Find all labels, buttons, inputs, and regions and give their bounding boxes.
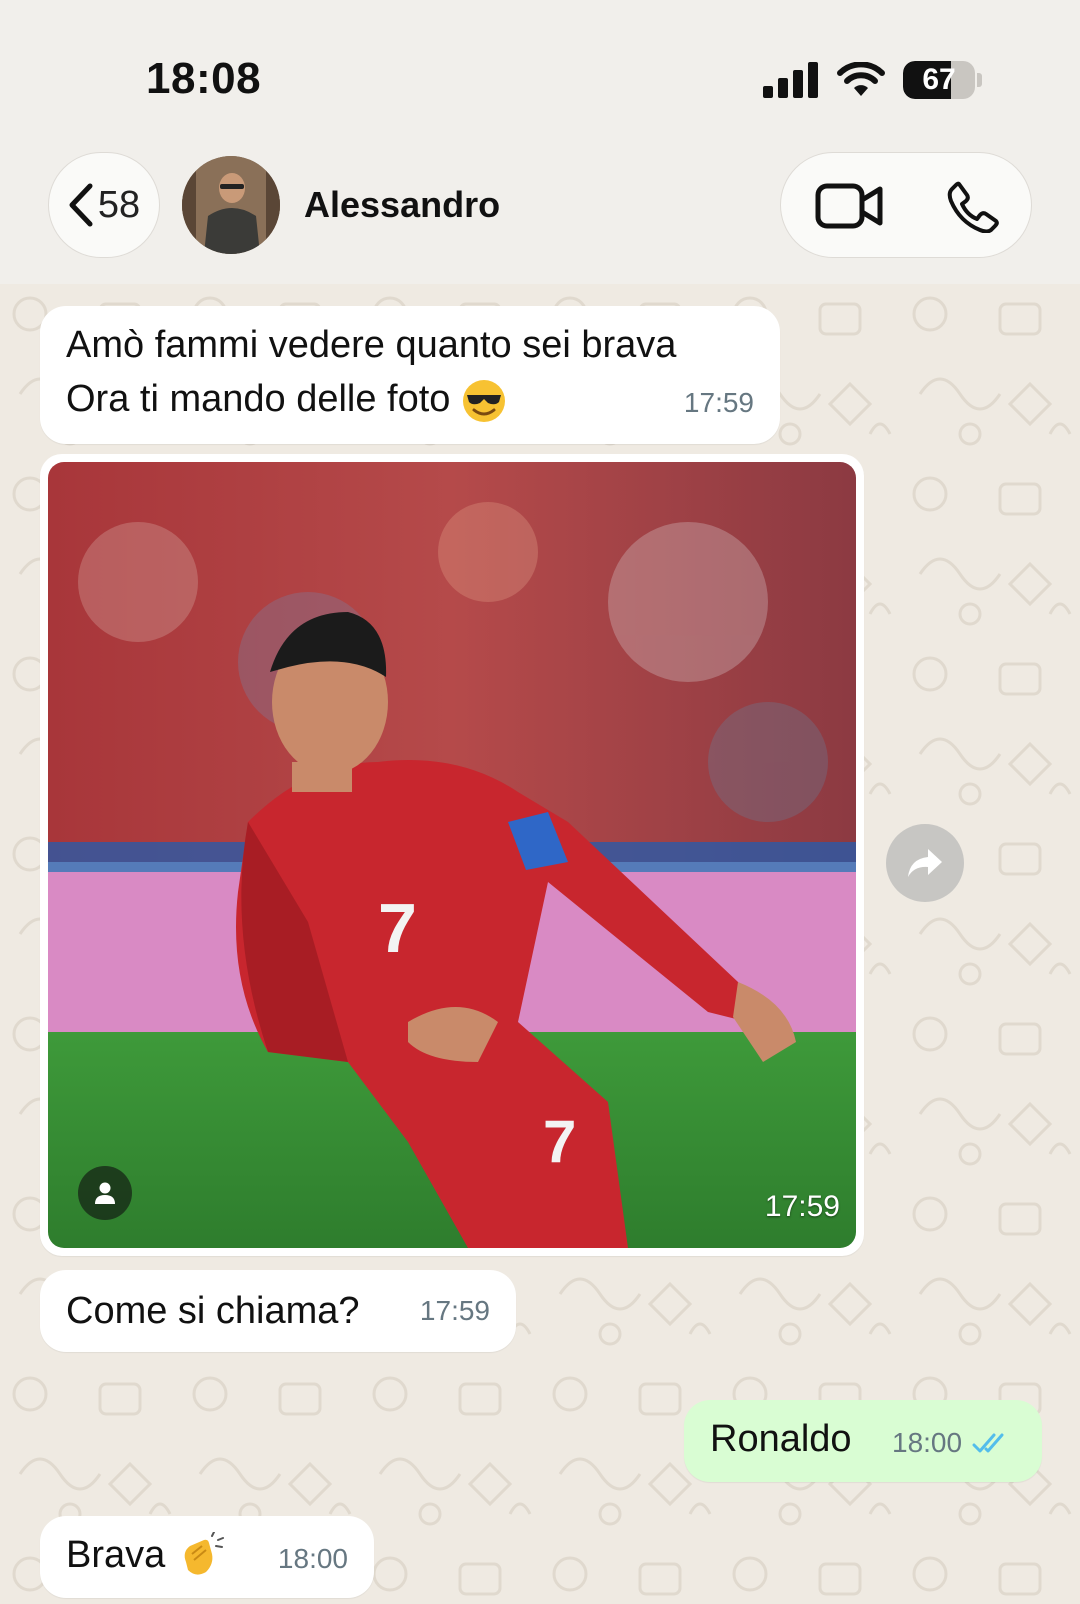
message-time: 18:00 — [892, 1427, 963, 1458]
message-bubble-incoming[interactable]: Amò fammi vedere quanto sei brava Ora ti… — [40, 306, 780, 444]
view-once-indicator — [78, 1166, 132, 1220]
message-text: Amò fammi vedere quanto sei brava — [66, 324, 677, 366]
call-actions — [780, 152, 1032, 258]
message-meta: 18:00 — [892, 1416, 1010, 1470]
battery-percent: 67 — [922, 63, 956, 96]
cellular-signal-icon — [763, 62, 818, 98]
message-text: Come si chiama? — [66, 1290, 360, 1332]
message-time: 17:59 — [683, 387, 754, 418]
chevron-left-icon — [69, 183, 93, 227]
battery-cap — [977, 73, 982, 87]
photo-message[interactable]: 7 7 17:59 — [40, 454, 864, 1256]
photo-image[interactable]: 7 7 17:59 — [48, 462, 856, 1248]
message-bubble-incoming[interactable]: Brava 18:00 — [40, 1516, 374, 1598]
person-icon — [95, 1182, 115, 1204]
message-text: Brava — [66, 1534, 166, 1576]
avatar[interactable] — [182, 156, 280, 254]
message-text: Ronaldo — [710, 1418, 852, 1460]
battery-icon: 67 — [903, 61, 975, 99]
svg-text:7: 7 — [378, 889, 417, 967]
top-bar: 18:08 67 58 Alessandro — [0, 0, 1080, 284]
clapping-hands-icon — [184, 1531, 224, 1575]
smiling-face-with-sunglasses-icon — [463, 379, 505, 422]
message-text-line: Ora ti mando delle foto — [66, 372, 754, 426]
chat-area[interactable]: Amò fammi vedere quanto sei brava Ora ti… — [0, 284, 1080, 1604]
forward-arrow-icon — [908, 849, 942, 877]
voice-call-button[interactable] — [947, 181, 999, 238]
message-bubble-outgoing[interactable]: Ronaldo 18:00 — [684, 1400, 1042, 1482]
status-time: 18:08 — [146, 54, 262, 103]
svg-text:7: 7 — [543, 1108, 576, 1175]
forward-button[interactable] — [886, 824, 964, 902]
double-check-read-icon — [972, 1433, 1004, 1453]
unread-count: 58 — [97, 183, 141, 226]
back-button[interactable]: 58 — [48, 152, 160, 258]
message-time: 17:59 — [419, 1295, 490, 1326]
message-time: 18:00 — [277, 1543, 348, 1574]
photo-time: 17:59 — [764, 1190, 840, 1223]
phone-call-icon — [947, 181, 999, 234]
wifi-icon — [837, 62, 885, 96]
video-call-icon — [815, 183, 883, 229]
status-icons: 67 — [763, 58, 982, 102]
contact-name[interactable]: Alessandro — [304, 184, 500, 226]
message-bubble-incoming[interactable]: Come si chiama? 17:59 — [40, 1270, 516, 1352]
video-call-button[interactable] — [815, 183, 883, 234]
